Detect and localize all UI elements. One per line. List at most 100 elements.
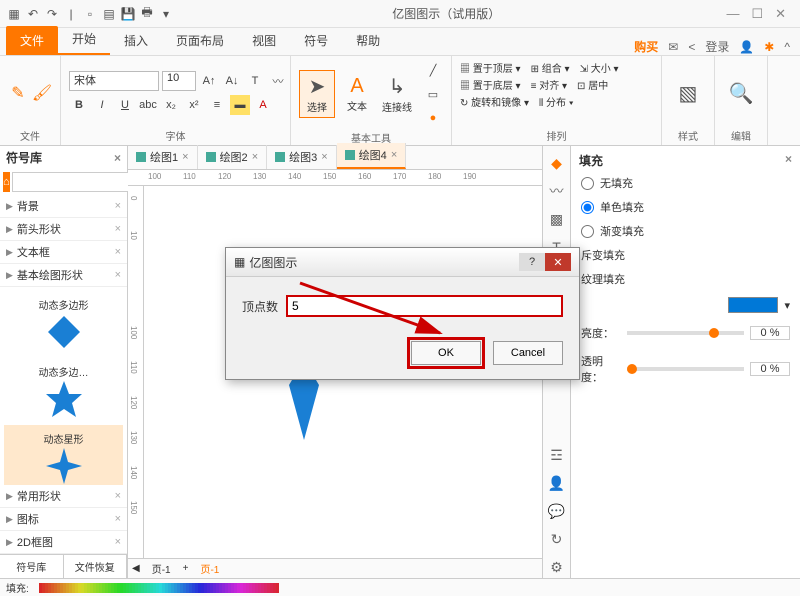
settings-icon[interactable]: ⚙ [546, 556, 568, 578]
layers-icon[interactable]: ☲ [546, 444, 568, 466]
curve-icon[interactable]: 〰 [268, 71, 288, 91]
page-active[interactable]: 页-1 [194, 559, 225, 578]
shape-dynamic-star[interactable]: 动态星形 [4, 425, 123, 485]
send-back-button[interactable]: ▦ 置于底层 ▾ [460, 77, 521, 92]
doctab-1[interactable]: 绘图1× [128, 145, 198, 169]
sub-button[interactable]: x₂ [161, 95, 181, 115]
save-icon[interactable]: 💾 [120, 6, 136, 22]
rotate-button[interactable]: ↻ 旋转和镜像 ▾ [460, 94, 529, 109]
fill-tool-icon[interactable]: ◆ [546, 152, 568, 174]
minimize-icon[interactable]: — [726, 6, 739, 22]
close-icon[interactable]: ✕ [545, 253, 571, 271]
login-link[interactable]: 登录 [705, 38, 729, 55]
shape-dynamic-poly2[interactable]: 动态多边… [4, 358, 123, 425]
print-icon[interactable]: 🖶 [139, 6, 155, 22]
tab-layout[interactable]: 页面布局 [162, 26, 238, 55]
center-button[interactable]: ⊡ 居中 [577, 77, 608, 92]
comment-icon[interactable]: 💬 [546, 500, 568, 522]
style-button[interactable]: ▧ [670, 69, 706, 117]
dialog-titlebar[interactable]: ▦ 亿图图示 ? ✕ [226, 248, 579, 277]
tab-shapelib[interactable]: 符号库 [0, 555, 64, 578]
share-icon[interactable]: < [688, 40, 695, 54]
color-strip[interactable] [39, 583, 279, 593]
increase-font-icon[interactable]: A↑ [199, 71, 219, 91]
bullet-icon[interactable]: ≡ [207, 95, 227, 115]
user-icon[interactable]: 👤 [546, 472, 568, 494]
tab-insert[interactable]: 插入 [110, 26, 162, 55]
cat-text[interactable]: ▶文本框× [0, 241, 127, 264]
text-tool-icon[interactable]: T [245, 71, 265, 91]
color-swatch[interactable] [728, 297, 778, 313]
tab-recovery[interactable]: 文件恢复 [64, 555, 128, 578]
tab-symbol[interactable]: 符号 [290, 26, 342, 55]
help-icon[interactable]: ? [519, 253, 545, 271]
history-icon[interactable]: ↻ [546, 528, 568, 550]
shadow-tool-icon[interactable]: ▩ [546, 208, 568, 230]
tab-help[interactable]: 帮助 [342, 26, 394, 55]
text-tool[interactable]: A文本 [339, 70, 375, 118]
cat-2d[interactable]: ▶2D框图× [0, 531, 127, 554]
shape-dynamic-polygon[interactable]: 动态多边形 [4, 291, 123, 358]
collapse-ribbon-icon[interactable]: ^ [784, 40, 790, 54]
apps-icon[interactable]: ✱ [764, 40, 774, 54]
italic-button[interactable]: I [92, 95, 112, 115]
line-tool-icon[interactable]: 〰 [546, 180, 568, 202]
brightness-slider[interactable] [627, 331, 744, 335]
page-add-icon[interactable]: + [183, 563, 189, 574]
dropdown-icon[interactable]: ▾ [784, 299, 790, 312]
maximize-icon[interactable]: ☐ [751, 6, 763, 22]
opacity-slider[interactable] [627, 367, 744, 371]
redo-icon[interactable]: ↷ [44, 6, 60, 22]
font-name-select[interactable]: 宋体 [69, 71, 159, 91]
distribute-button[interactable]: ⫴ 分布 ▾ [539, 94, 574, 109]
opt-texture[interactable]: 纹理填充 [579, 267, 792, 291]
page-prev-icon[interactable]: ◀ [132, 563, 140, 574]
font-color-icon[interactable]: A [253, 95, 273, 115]
buy-link[interactable]: 购买 [634, 38, 658, 55]
page-nav[interactable]: 页-1 [146, 559, 177, 578]
opt-pattern[interactable]: 斥变填充 [579, 243, 792, 267]
connector-tool[interactable]: ↳连接线 [379, 70, 415, 118]
brightness-value[interactable]: 0 % [750, 326, 790, 340]
cat-basic[interactable]: ▶基本绘图形状× [0, 264, 127, 287]
close-icon[interactable]: × [785, 152, 792, 169]
format-painter-icon[interactable]: 🖌 [32, 83, 52, 103]
cat-arrow[interactable]: ▶箭头形状× [0, 218, 127, 241]
mail-icon[interactable]: ✉ [668, 40, 678, 54]
bring-front-button[interactable]: ▦ 置于顶层 ▾ [460, 60, 521, 75]
edit-button[interactable]: 🔍 [723, 69, 759, 117]
underline-button[interactable]: U [115, 95, 135, 115]
tab-view[interactable]: 视图 [238, 26, 290, 55]
opt-gradient[interactable]: 渐变填充 [579, 219, 792, 243]
strike-button[interactable]: abc [138, 95, 158, 115]
undo-icon[interactable]: ↶ [25, 6, 41, 22]
group-button[interactable]: ⊞ 组合 ▾ [531, 60, 570, 75]
opacity-value[interactable]: 0 % [750, 362, 790, 376]
circle-icon[interactable]: ● [423, 108, 443, 128]
line-icon[interactable]: ╱ [423, 60, 443, 80]
align-button[interactable]: ≡ 对齐 ▾ [531, 77, 567, 92]
decrease-font-icon[interactable]: A↓ [222, 71, 242, 91]
opt-solid[interactable]: 单色填充 [579, 195, 792, 219]
size-button[interactable]: ⇲ 大小 ▾ [580, 60, 619, 75]
brush-icon[interactable]: ✎ [8, 83, 28, 103]
bold-button[interactable]: B [69, 95, 89, 115]
tab-start[interactable]: 开始 [58, 24, 110, 55]
cat-bg[interactable]: ▶背景× [0, 195, 127, 218]
sup-button[interactable]: x² [184, 95, 204, 115]
close-icon[interactable]: × [114, 151, 121, 165]
tab-file[interactable]: 文件 [6, 26, 58, 55]
highlight-icon[interactable]: ▬ [230, 95, 250, 115]
cat-common[interactable]: ▶常用形状× [0, 485, 127, 508]
doctab-2[interactable]: 绘图2× [198, 145, 268, 169]
user-icon[interactable]: 👤 [739, 40, 754, 54]
rect-icon[interactable]: ▭ [423, 84, 443, 104]
vertex-input[interactable] [286, 295, 563, 317]
close-icon[interactable]: ✕ [775, 6, 786, 22]
ok-button[interactable]: OK [411, 341, 481, 365]
select-tool[interactable]: ➤选择 [299, 70, 335, 118]
new-icon[interactable]: ▫ [82, 6, 98, 22]
doctab-3[interactable]: 绘图3× [267, 145, 337, 169]
doctab-4[interactable]: 绘图4× [337, 143, 407, 169]
qat-more-icon[interactable]: ▾ [158, 6, 174, 22]
